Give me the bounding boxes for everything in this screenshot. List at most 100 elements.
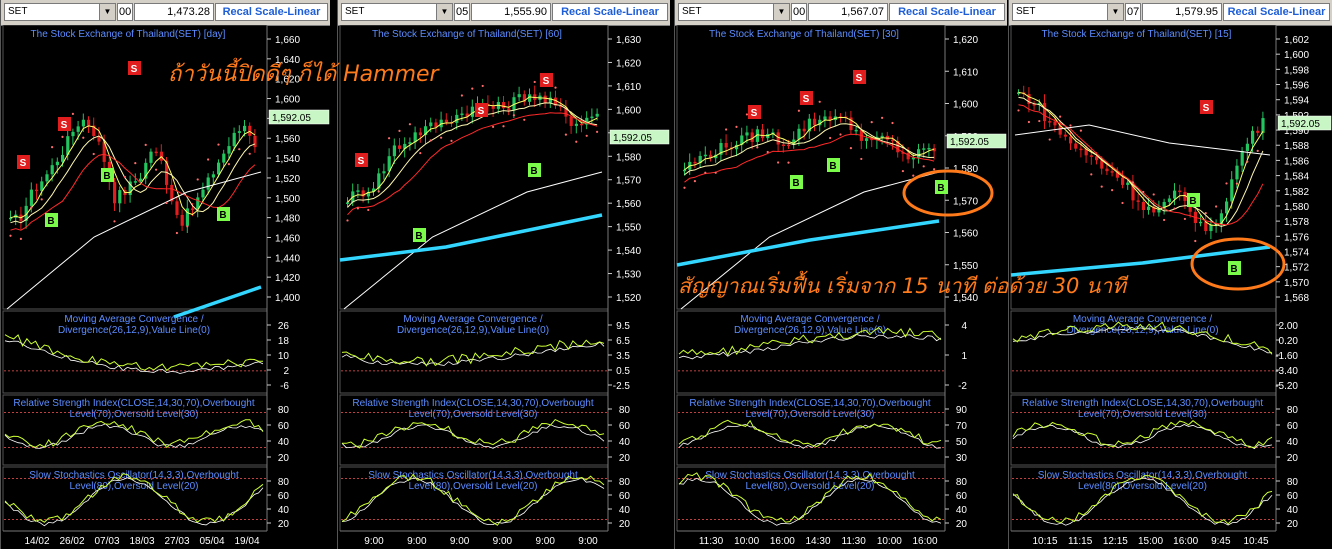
- sar-dot: [512, 114, 515, 117]
- indicator-tick-label: 4: [961, 321, 967, 332]
- last-price-label: 1,592.05: [1281, 119, 1320, 130]
- period-field[interactable]: 07: [1125, 3, 1141, 21]
- sar-dot: [777, 161, 780, 164]
- indicator-tick-label: 80: [1287, 477, 1299, 488]
- chevron-down-icon[interactable]: ▼: [99, 4, 115, 20]
- candle-body: [502, 102, 506, 109]
- chart-title: The Stock Exchange of Thailand(SET) [30]: [709, 29, 899, 40]
- sar-dot: [564, 133, 567, 136]
- date-tick-label: 10:45: [1243, 536, 1268, 547]
- sar-dot: [1194, 239, 1197, 243]
- symbol-value: SET: [682, 6, 702, 17]
- candle-body: [683, 169, 687, 172]
- date-tick-label: 19/04: [234, 536, 259, 547]
- chart-canvas[interactable]: The Stock Exchange of Thailand(SET) [day…: [1, 24, 330, 549]
- candle-body: [1251, 130, 1255, 144]
- candle-body: [211, 174, 215, 178]
- sar-dot: [502, 125, 505, 128]
- candle-body: [507, 108, 511, 111]
- candle-body: [1136, 200, 1140, 202]
- candle-body: [133, 181, 137, 183]
- indicator-title: Slow Stochastics Oscillator(14,3,3),Over…: [29, 470, 239, 481]
- chart-canvas[interactable]: The Stock Exchange of Thailand(SET) [60]…: [338, 24, 670, 549]
- candle-body: [813, 118, 817, 126]
- price-field[interactable]: 1,579.95: [1142, 3, 1222, 21]
- recal-scale-button[interactable]: Recal Scale-Linear: [889, 3, 1005, 21]
- chevron-down-icon[interactable]: ▼: [1107, 4, 1123, 20]
- candle-body: [248, 125, 252, 136]
- sar-dot: [196, 178, 199, 181]
- symbol-select[interactable]: SET ▼: [1012, 3, 1124, 21]
- price-tick-label: 1,586: [1284, 156, 1309, 167]
- date-tick-label: 18/03: [129, 536, 154, 547]
- symbol-select[interactable]: SET ▼: [678, 3, 790, 21]
- period-field[interactable]: 00: [791, 3, 807, 21]
- candle-body: [1225, 201, 1229, 214]
- candle-body: [217, 162, 221, 175]
- date-tick-label: 12:15: [1103, 536, 1128, 547]
- indicator-tick-label: 20: [278, 519, 290, 530]
- candle-body: [346, 202, 350, 204]
- recovery-signal-annotation: สัญญาณเริ่มฟื้น เริ่มจาก 15 นาที ต่อด้วย…: [678, 274, 1126, 298]
- sar-dot: [9, 234, 12, 237]
- sar-dot: [440, 136, 443, 139]
- candle-body: [398, 145, 402, 149]
- chevron-down-icon[interactable]: ▼: [436, 4, 452, 20]
- indicator-title: Moving Average Convergence /: [64, 314, 204, 325]
- candle-body: [243, 125, 247, 132]
- period-field[interactable]: 05: [454, 3, 470, 21]
- candle-body: [50, 165, 54, 175]
- price-field[interactable]: 1,567.07: [808, 3, 888, 21]
- candle-body: [139, 178, 143, 182]
- sar-dot: [1027, 120, 1030, 124]
- candle-body: [1048, 121, 1052, 123]
- candle-body: [55, 161, 59, 166]
- candle-body: [175, 201, 179, 215]
- symbol-select[interactable]: SET ▼: [4, 3, 116, 21]
- chart-toolbar: SET ▼ 05 1,555.90 Recal Scale-Linear: [338, 0, 670, 26]
- candle-body: [802, 128, 806, 132]
- candle-body: [1173, 190, 1177, 199]
- price-tick-label: 1,600: [1284, 50, 1309, 61]
- candle-body: [206, 177, 210, 190]
- date-tick-label: 14:30: [805, 536, 830, 547]
- symbol-select[interactable]: SET ▼: [341, 3, 453, 21]
- candle-body: [118, 190, 122, 204]
- sar-dot: [693, 180, 696, 183]
- sar-dot: [1038, 119, 1041, 123]
- candle-body: [1053, 121, 1057, 126]
- date-tick-label: 9:00: [407, 536, 427, 547]
- sar-dot: [1069, 124, 1072, 127]
- candle-body: [865, 138, 869, 141]
- buy-signal-label: B: [1230, 264, 1237, 275]
- indicator-tick-label: 20: [956, 519, 968, 530]
- indicator-tick-label: -1.60: [1275, 351, 1298, 362]
- recal-scale-button[interactable]: Recal Scale-Linear: [215, 3, 328, 21]
- recal-scale-button[interactable]: Recal Scale-Linear: [1223, 3, 1330, 21]
- sar-dot: [533, 80, 536, 84]
- sar-dot: [1111, 189, 1114, 192]
- price-tick-label: 1,568: [1284, 293, 1309, 304]
- price-tick-label: 1,570: [953, 196, 978, 207]
- candle-body: [392, 145, 396, 157]
- price-field[interactable]: 1,555.90: [471, 3, 551, 21]
- sar-dot: [113, 220, 116, 223]
- sar-dot: [1142, 190, 1145, 194]
- candle-body: [1074, 143, 1078, 149]
- candle-body: [1110, 171, 1114, 173]
- sar-dot: [346, 219, 349, 222]
- sar-dot: [1246, 160, 1249, 163]
- price-field[interactable]: 1,473.28: [134, 3, 214, 21]
- sar-dot: [82, 136, 85, 139]
- period-field[interactable]: 00: [117, 3, 133, 21]
- price-tick-label: 1,560: [616, 199, 641, 210]
- chevron-down-icon[interactable]: ▼: [773, 4, 789, 20]
- sell-signal-label: S: [1203, 103, 1210, 114]
- sar-dot: [797, 109, 800, 112]
- indicator-tick-label: -5.20: [1275, 381, 1298, 392]
- recal-scale-button[interactable]: Recal Scale-Linear: [552, 3, 668, 21]
- indicator-tick-label: 80: [1287, 405, 1299, 416]
- sar-dot: [51, 146, 54, 149]
- date-tick-label: 10:00: [734, 536, 759, 547]
- indicator-tick-label: -2.5: [613, 381, 631, 392]
